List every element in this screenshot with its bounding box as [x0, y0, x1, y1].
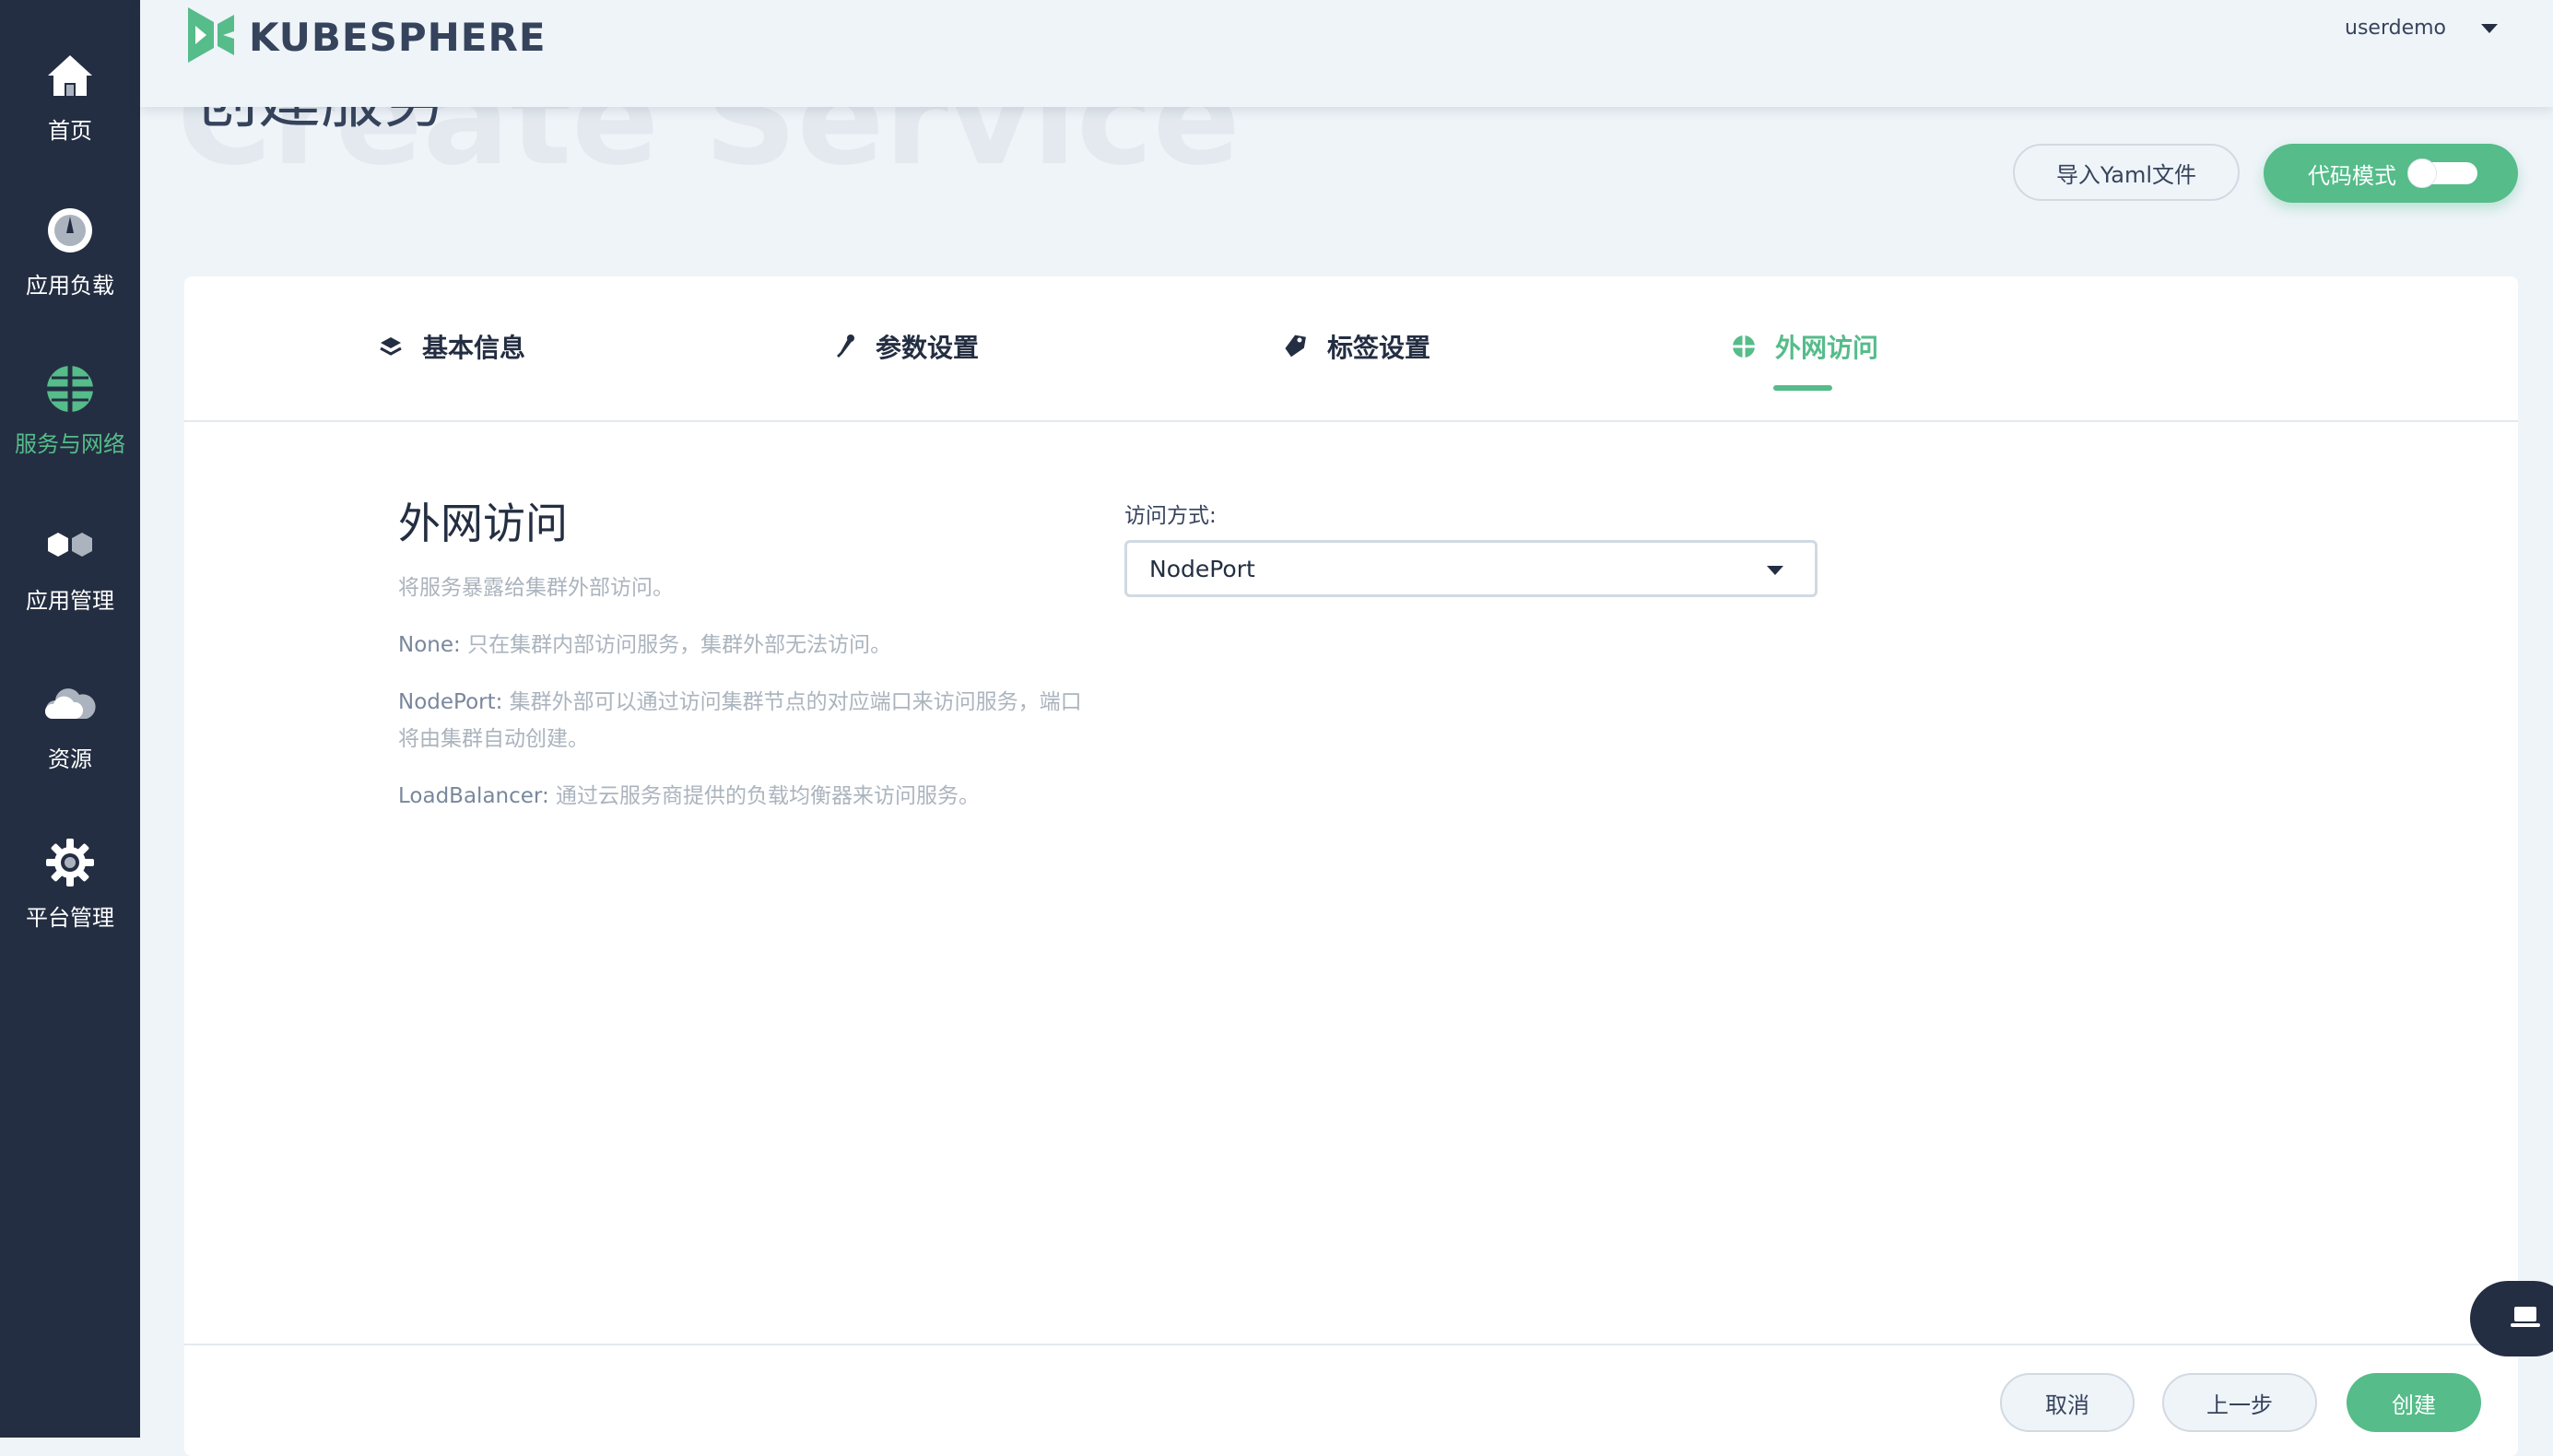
desc-loadbalancer: LoadBalancer: 通过云服务商提供的负载均衡器来访问服务。 — [398, 778, 980, 815]
dashboard-icon — [41, 201, 100, 260]
code-mode-label: 代码模式 — [2308, 162, 2396, 189]
sidebar-item-label: 平台管理 — [26, 905, 114, 931]
previous-label: 上一步 — [2206, 1391, 2273, 1418]
help-chat-button[interactable] — [2470, 1281, 2553, 1356]
sidebar-item-label: 服务与网络 — [15, 431, 125, 457]
caret-down-icon — [2481, 23, 2498, 33]
access-method-value: NodePort — [1149, 555, 1255, 582]
cancel-label: 取消 — [2045, 1391, 2089, 1418]
desc-text: 只在集群内部访问服务，集群外部无法访问。 — [460, 633, 892, 657]
section-subtitle: 将服务暴露给集群外部访问。 — [398, 576, 674, 600]
desc-none: None: 只在集群内部访问服务，集群外部无法访问。 — [398, 627, 891, 663]
tab-label: 外网访问 — [1775, 333, 1879, 363]
logo[interactable]: KUBESPHERE — [182, 6, 547, 68]
import-yaml-button[interactable]: 导入Yaml文件 — [2013, 144, 2240, 201]
cloud-icon — [41, 675, 100, 734]
code-mode-switch[interactable] — [2407, 159, 2477, 188]
create-service-card: 基本信息 参数设置 标签设置 外网访问 外网访问 将服务暴露给集群外部访问。 N… — [184, 276, 2518, 1456]
home-icon — [41, 46, 100, 105]
sidebar-item-label: 应用负载 — [26, 273, 114, 299]
step-tabs: 基本信息 参数设置 标签设置 外网访问 — [184, 276, 2518, 422]
switch-knob — [2407, 159, 2437, 188]
sidebar-item-apps[interactable]: 应用管理 — [0, 516, 140, 654]
tag-icon — [1281, 332, 1311, 361]
code-mode-toggle-button[interactable]: 代码模式 — [2264, 144, 2518, 203]
layers-icon — [376, 332, 406, 361]
globe-icon — [1729, 332, 1759, 361]
sidebar: 首页 应用负载 服务与网络 应用管理 资源 平台管理 — [0, 0, 140, 1438]
sidebar-item-platform[interactable]: 平台管理 — [0, 833, 140, 971]
top-header: KUBESPHERE userdemo — [140, 0, 2553, 107]
sidebar-item-workloads[interactable]: 应用负载 — [0, 201, 140, 339]
desc-key: LoadBalancer: — [398, 784, 549, 808]
create-label: 创建 — [2392, 1391, 2436, 1418]
footer-divider — [184, 1344, 2518, 1345]
gear-icon — [41, 833, 100, 892]
caret-down-icon — [1767, 566, 1783, 575]
desc-key: NodePort: — [398, 690, 503, 714]
tab-basic-info[interactable]: 基本信息 — [376, 328, 525, 365]
logo-text: KUBESPHERE — [249, 14, 547, 60]
sidebar-item-resources[interactable]: 资源 — [0, 675, 140, 813]
desc-nodeport: NodePort: 集群外部可以通过访问集群节点的对应端口来访问服务，端口将由集… — [398, 684, 1099, 757]
laptop-icon — [2511, 1305, 2540, 1333]
desc-key: None: — [398, 633, 461, 657]
access-method-select[interactable]: NodePort — [1124, 540, 1818, 597]
cancel-button[interactable]: 取消 — [2000, 1373, 2135, 1432]
tab-parameters[interactable]: 参数设置 — [829, 328, 979, 365]
tab-label: 参数设置 — [876, 333, 980, 363]
previous-step-button[interactable]: 上一步 — [2162, 1373, 2317, 1432]
kubesphere-logo-icon — [182, 6, 238, 68]
sidebar-item-home[interactable]: 首页 — [0, 46, 140, 184]
username: userdemo — [2345, 17, 2446, 40]
tab-labels[interactable]: 标签设置 — [1281, 328, 1430, 365]
tab-label: 基本信息 — [422, 333, 526, 363]
tab-external-access[interactable]: 外网访问 — [1729, 328, 1878, 365]
globe-icon — [41, 359, 100, 418]
hexagons-icon — [41, 516, 100, 575]
sidebar-item-label: 首页 — [48, 118, 92, 144]
import-yaml-label: 导入Yaml文件 — [2055, 161, 2197, 188]
desc-text: 通过云服务商提供的负载均衡器来访问服务。 — [548, 784, 981, 808]
sidebar-item-network[interactable]: 服务与网络 — [0, 359, 140, 498]
tab-label: 标签设置 — [1327, 333, 1431, 363]
create-button[interactable]: 创建 — [2347, 1373, 2481, 1432]
sidebar-item-label: 应用管理 — [26, 588, 114, 614]
user-menu[interactable]: userdemo — [2345, 17, 2498, 40]
active-tab-indicator — [1773, 385, 1832, 391]
access-method-label: 访问方式: — [1124, 504, 1217, 528]
wrench-icon — [829, 332, 859, 361]
sidebar-item-label: 资源 — [48, 746, 92, 772]
section-title: 外网访问 — [398, 499, 568, 548]
